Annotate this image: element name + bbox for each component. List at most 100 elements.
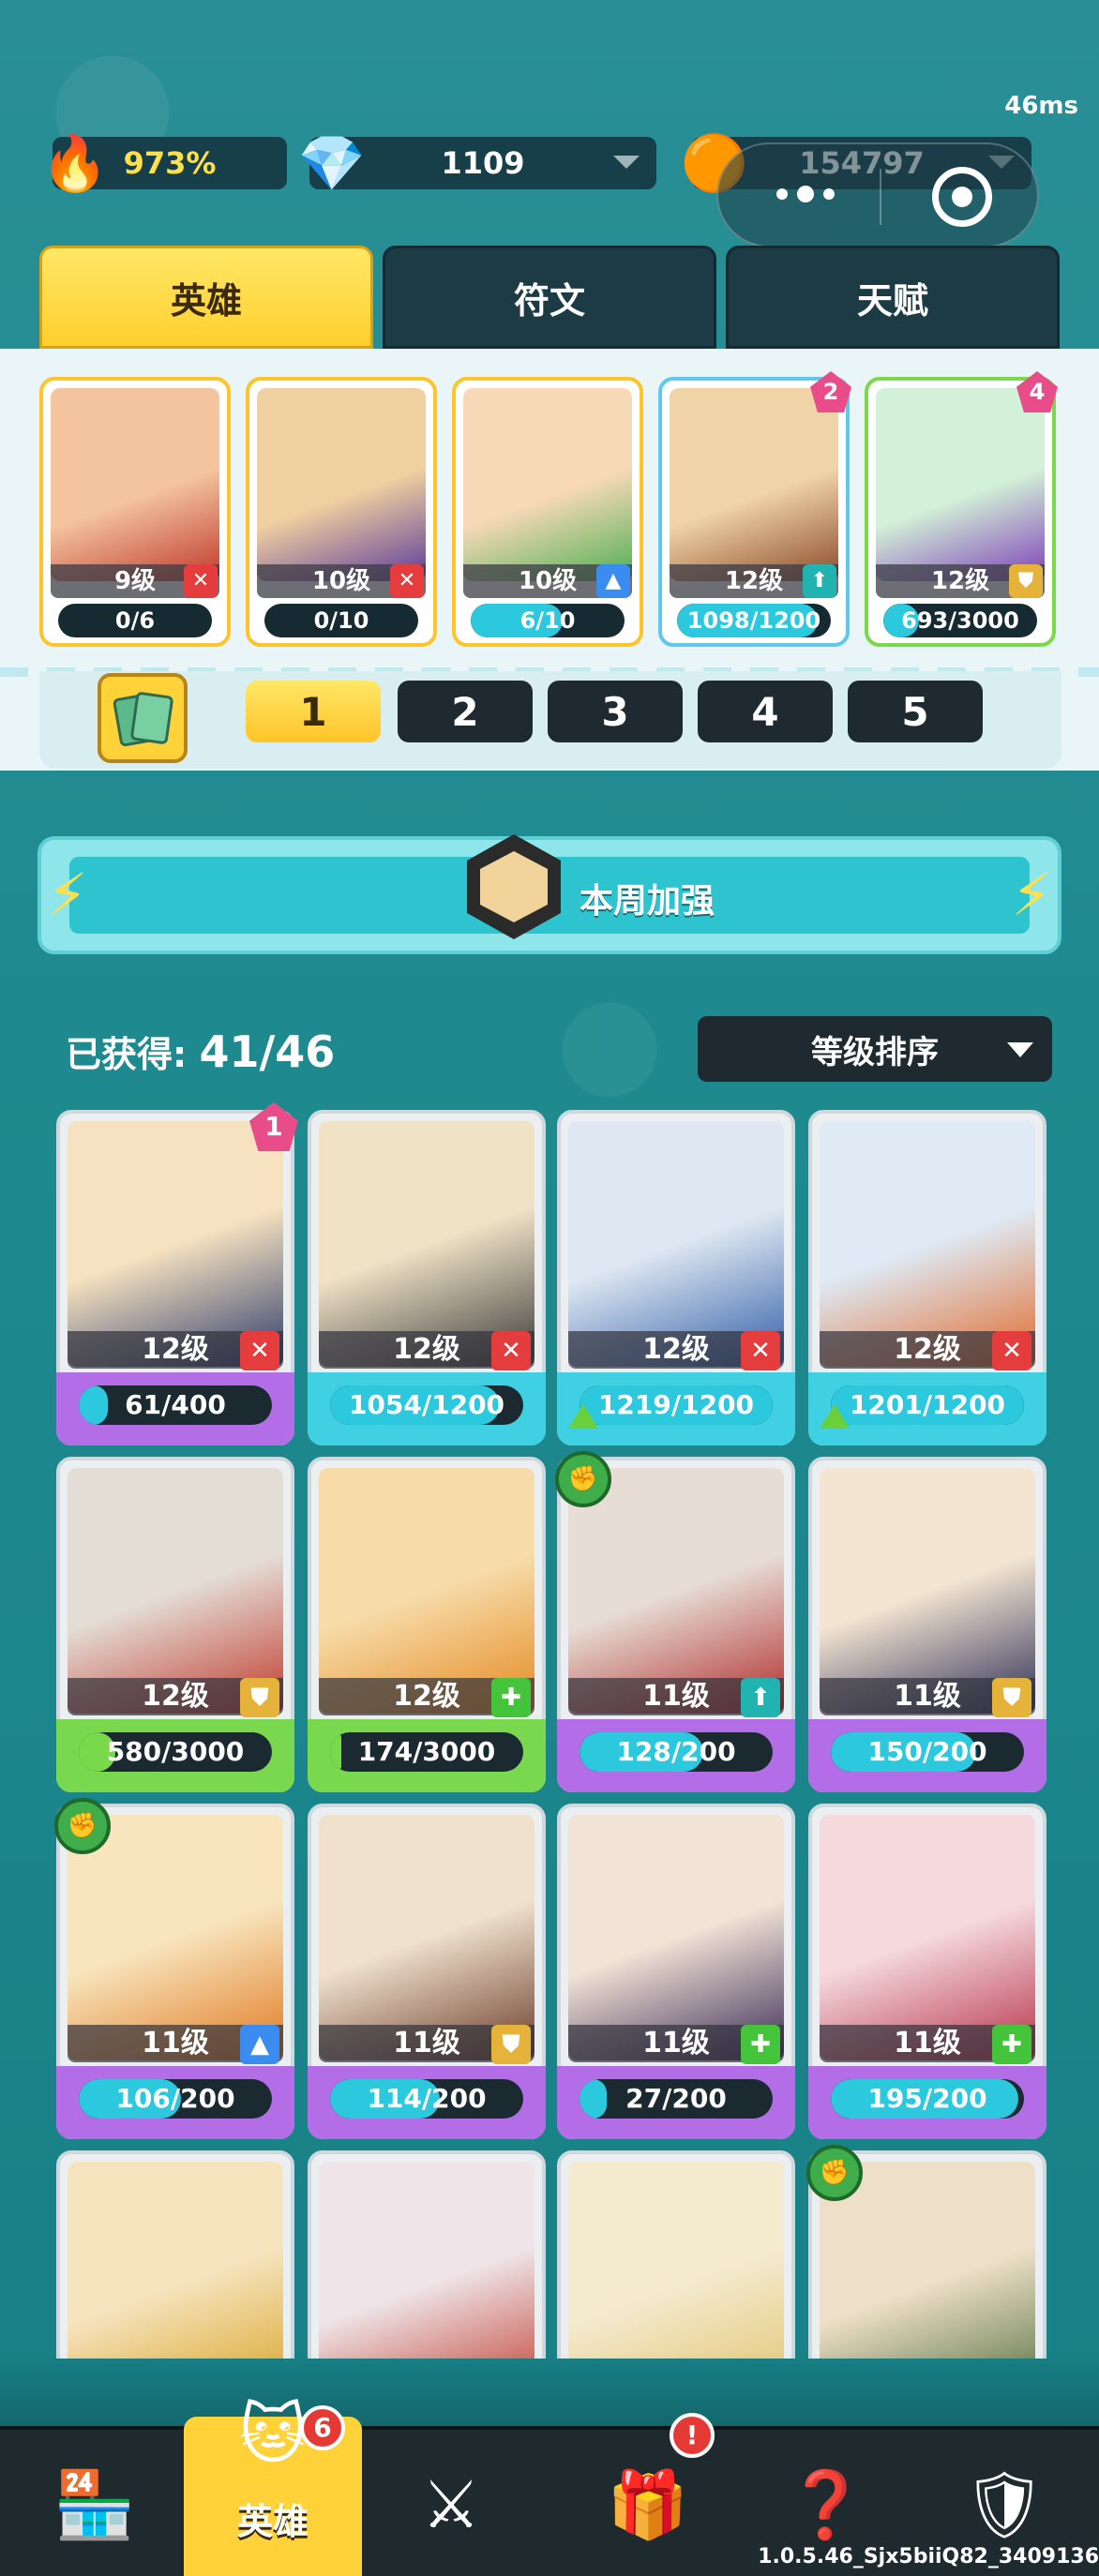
water-role-icon: ▲	[596, 564, 630, 598]
deck-cards-button[interactable]	[98, 673, 188, 763]
team-4-button[interactable]: 4	[698, 681, 833, 742]
dropdown-arrow-icon	[1007, 1042, 1033, 1057]
hero-portrait	[670, 388, 838, 581]
hero-portrait	[876, 388, 1045, 581]
nav-label: 英雄	[236, 2501, 309, 2542]
hero-portrait	[568, 1815, 784, 2060]
hero-portrait	[257, 388, 426, 581]
diamond-icon: 💎	[297, 130, 367, 195]
hero-card[interactable]	[56, 2150, 294, 2359]
team-lineup-panel: 9级 ✕ 0/6 10级 ✕ 0/10 10级 ▲ 6/10 12级 ⬆ 109…	[0, 349, 1099, 658]
shard-progress: 106/200	[79, 2079, 272, 2119]
team-hero-card[interactable]: 12级 ⛊ 693/3000 4	[865, 371, 1058, 647]
hero-portrait	[51, 388, 219, 581]
notification-badge: 6	[300, 2405, 345, 2450]
tab-talents[interactable]: 天赋	[726, 246, 1060, 349]
nav-battle[interactable]: ⚔	[362, 2430, 540, 2576]
tab-runes[interactable]: 符文	[383, 246, 716, 349]
star-rank-badge: 2	[810, 371, 851, 412]
team-hero-card[interactable]: 9级 ✕ 0/6	[39, 377, 231, 647]
gem-resource[interactable]: 💎 1109	[298, 131, 656, 195]
sword-role-icon: ✕	[240, 1331, 279, 1370]
notification-badge: !	[670, 2413, 715, 2458]
hero-card[interactable]: 11级 ✚ 27/200	[557, 1804, 795, 2139]
hero-card[interactable]: 12级 ✕ 1201/1200	[808, 1110, 1046, 1445]
shard-progress: 174/3000	[330, 1732, 523, 1772]
nav-shadow	[0, 2351, 1099, 2426]
sort-dropdown[interactable]: 等级排序	[698, 1016, 1052, 1082]
sword-role-icon: ✕	[741, 1331, 780, 1370]
hero-card[interactable]: 11级 ✚ 195/200	[808, 1804, 1046, 2139]
team-1-button[interactable]: 1	[246, 681, 381, 742]
team-5-button[interactable]: 5	[848, 681, 983, 742]
hero-portrait	[319, 2162, 534, 2359]
heal-role-icon: ✚	[741, 2025, 780, 2064]
team-hero-card[interactable]: 12级 ⬆ 1098/1200 2	[658, 371, 851, 647]
star-rank-badge: 4	[1016, 371, 1058, 412]
upgrade-arrow-icon	[820, 1404, 850, 1429]
lightning-icon: ⚡	[1011, 861, 1052, 929]
hero-portrait	[820, 1121, 1035, 1367]
question-cards-icon: ❓	[785, 2465, 867, 2543]
upgrade-arrow-icon	[568, 1404, 598, 1429]
hero-portrait	[568, 2162, 784, 2359]
fire-resource: 🔥 973%	[41, 131, 287, 195]
hero-card[interactable]: 11级 ▲ 106/200 ✊	[54, 1798, 294, 2139]
hero-card[interactable]: 12级 ✕ 61/400 1	[56, 1102, 298, 1445]
hero-card[interactable]: 12级 ✕ 1219/1200	[557, 1110, 795, 1445]
hero-card[interactable]	[557, 2150, 795, 2359]
team-2-button[interactable]: 2	[398, 681, 533, 742]
sword-role-icon: ✕	[992, 1331, 1031, 1370]
lightning-icon: ⚡	[47, 861, 88, 929]
obtained-value: 41/46	[199, 1026, 336, 1077]
team-hero-card[interactable]: 10级 ✕ 0/10	[246, 377, 437, 647]
hero-card[interactable]: 12级 ✚ 174/3000	[308, 1457, 546, 1792]
shield-role-icon: ⛊	[1009, 564, 1043, 598]
heal-role-icon: ✚	[992, 2025, 1031, 2064]
hero-portrait	[568, 1468, 784, 1714]
hero-portrait	[820, 1815, 1035, 2060]
team-hero-card[interactable]: 10级 ▲ 6/10	[452, 377, 643, 647]
gem-value: 1109	[441, 145, 525, 181]
shop-icon: 🏪	[53, 2465, 136, 2543]
arrow-role-icon: ⬆	[803, 564, 836, 598]
hero-card[interactable]	[308, 2150, 546, 2359]
capsule-divider	[880, 169, 881, 225]
hero-card[interactable]: 11级 ⬆ 128/200 ✊	[555, 1451, 795, 1792]
star-rank-badge: 1	[249, 1102, 298, 1151]
hero-card[interactable]: 12级 ✕ 1054/1200	[308, 1110, 546, 1445]
fist-buff-icon: ✊	[806, 2145, 863, 2201]
team-3-button[interactable]: 3	[548, 681, 683, 742]
hero-portrait	[319, 1468, 534, 1714]
sword-role-icon: ✕	[390, 564, 424, 598]
shard-progress: 195/200	[831, 2079, 1024, 2119]
arrow-role-icon: ⬆	[741, 1678, 780, 1717]
heal-role-icon: ✚	[491, 1678, 531, 1717]
ping-indicator: 46ms	[1004, 92, 1078, 120]
nav-gift[interactable]: 🎁 !	[559, 2413, 737, 2576]
water-role-icon: ▲	[240, 2025, 279, 2064]
weekly-buff-label: 本周加强	[580, 882, 715, 921]
nav-shop[interactable]: 🏪	[6, 2430, 184, 2576]
banner-icon: 🛡	[962, 2465, 1046, 2543]
tab-heroes[interactable]: 英雄	[39, 246, 373, 349]
shard-progress: 61/400	[79, 1385, 272, 1425]
shard-progress: 693/3000	[883, 604, 1037, 637]
close-target-icon[interactable]	[932, 167, 992, 227]
hero-card[interactable]: 12级 ⛊ 580/3000	[56, 1457, 294, 1792]
weekly-buff-banner[interactable]: ⚡ ⚡ 本周加强	[38, 834, 1061, 954]
flame-icon: 🔥	[40, 130, 110, 195]
hero-grid: 12级 ✕ 61/400 1 12级 ✕ 1054/1200 12级 ✕ 121…	[0, 1097, 1099, 2359]
obtained-label: 已获得:	[66, 1034, 188, 1075]
hero-card[interactable]: ✊	[806, 2145, 1046, 2359]
fist-buff-icon: ✊	[555, 1451, 611, 1507]
hero-card[interactable]: 11级 ⛊ 114/200	[308, 1804, 546, 2139]
fist-buff-icon: ✊	[54, 1798, 111, 1854]
hero-card[interactable]: 11级 ⛊ 150/200	[808, 1457, 1046, 1792]
shard-progress: 114/200	[330, 2079, 523, 2119]
shard-progress: 580/3000	[79, 1732, 272, 1772]
more-menu-icon[interactable]	[776, 186, 835, 202]
nav-heroes[interactable]: 🐱 英雄 6	[184, 2396, 362, 2576]
sort-label: 等级排序	[811, 1033, 939, 1071]
chevron-down-icon[interactable]	[613, 156, 640, 169]
